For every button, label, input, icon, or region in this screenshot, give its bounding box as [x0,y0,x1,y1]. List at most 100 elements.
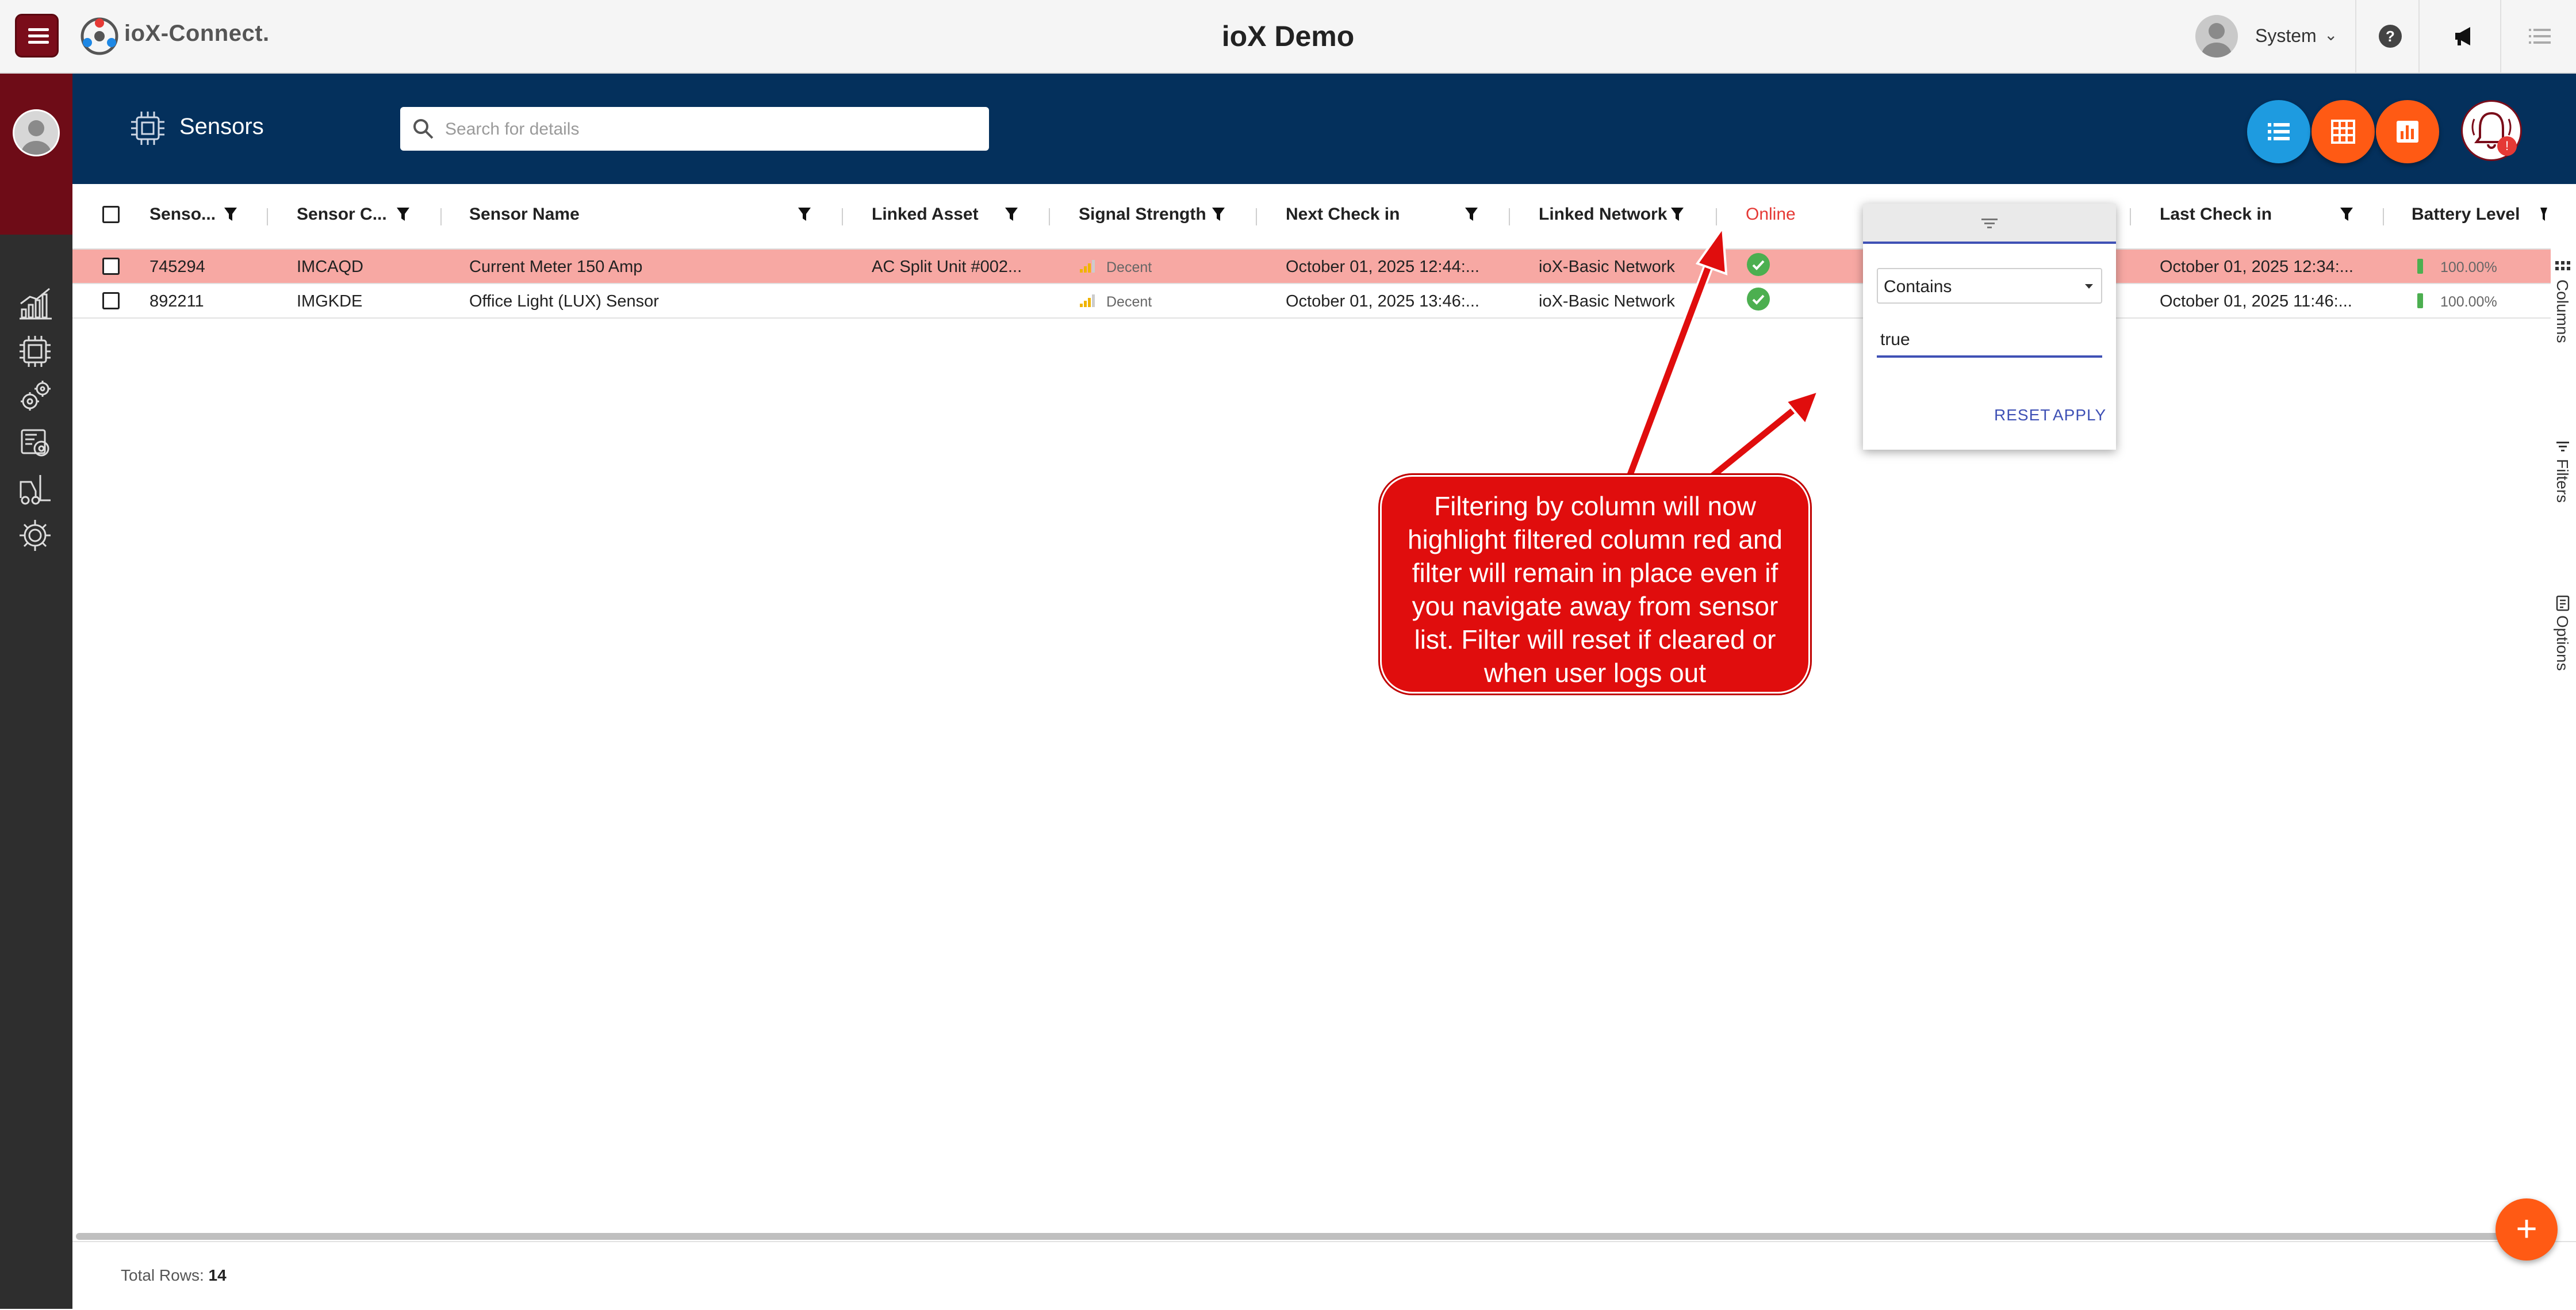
analytics-chart-icon[interactable] [16,284,54,322]
column-separator[interactable] [2130,208,2131,225]
filter-operator-select[interactable]: Contains [1877,268,2102,304]
column-separator[interactable] [1509,208,1510,225]
column-filter-popup: Contains RESET APPLY [1863,204,2116,450]
column-separator[interactable] [842,208,843,225]
search-input[interactable] [444,107,975,152]
total-rows-value: 14 [208,1266,227,1284]
annotation-line: when user logs out [1483,658,1707,688]
list-view-button[interactable] [2247,100,2310,163]
iox-logo-icon[interactable] [79,16,120,56]
user-name[interactable]: System [2255,25,2317,47]
filter-icon[interactable] [1211,206,1226,223]
columns-tab-label: Columns [2554,279,2571,343]
column-separator[interactable] [2383,208,2384,225]
svg-text:?: ? [2386,28,2395,45]
chevron-down-icon[interactable]: ⌄ [2324,25,2337,44]
cell-sensor-name: Current Meter 150 Amp [469,258,643,276]
filters-tool-tab[interactable]: Filters [2552,436,2576,516]
cell-last-check-in: October 01, 2025 12:34:... [2160,258,2353,276]
cell-next-check-in: October 01, 2025 12:44:... [1286,258,1479,276]
filter-icon[interactable] [1670,206,1685,223]
app-title: ioX Demo [1221,20,1355,52]
col-linked-network[interactable]: Linked Network [1539,205,1667,224]
horizontal-scrollbar[interactable] [76,1233,2543,1240]
divider [2355,0,2356,72]
col-signal-strength[interactable]: Signal Strength [1079,205,1206,224]
filter-operator-value: Contains [1884,277,1952,296]
col-battery-level[interactable]: Battery Level [2412,205,2520,224]
filter-icon[interactable] [1464,206,1479,223]
megaphone-icon[interactable] [2451,22,2479,51]
alarm-button[interactable]: ! [2461,100,2522,161]
column-separator[interactable] [1049,208,1050,225]
column-separator[interactable] [267,208,268,225]
column-separator[interactable] [440,208,442,225]
device-settings-icon[interactable] [16,423,54,461]
filter-lines-icon [2556,442,2569,451]
forklift-icon[interactable] [16,470,54,508]
table-row[interactable]: 892211 IMGKDE Office Light (LUX) Sensor … [72,284,2551,319]
cell-next-check-in: October 01, 2025 13:46:... [1286,292,1479,311]
add-sensor-button[interactable]: + [2496,1198,2558,1261]
row-checkbox[interactable] [102,258,120,275]
row-checkbox[interactable] [102,292,120,309]
hamburger-icon [28,28,49,31]
options-tool-tab[interactable]: Options [2552,592,2576,684]
dropdown-arrow-icon [2085,284,2093,289]
reset-button[interactable]: RESET [1994,406,2050,424]
cell-linked-asset[interactable]: AC Split Unit #002... [872,258,1022,277]
cell-linked-network[interactable]: ioX-Basic Network [1539,292,1675,311]
cell-sensor-code: IMGKDE [297,292,363,311]
cell-sensor-id: 745294 [150,258,205,276]
gears-icon[interactable] [16,377,54,415]
user-avatar[interactable] [2195,15,2238,58]
online-check-icon [1747,253,1770,276]
battery-icon [2417,293,2423,308]
filter-icon[interactable] [396,206,411,223]
select-all-checkbox[interactable] [102,206,120,223]
col-linked-asset[interactable]: Linked Asset [872,205,979,224]
col-online-filtered[interactable]: Online [1746,205,1796,224]
grid-header: Senso... Sensor C... Sensor Name Linked … [72,184,2551,250]
sensor-grid: Senso... Sensor C... Sensor Name Linked … [72,184,2551,1241]
col-last-check-in[interactable]: Last Check in [2160,205,2272,224]
col-sensor-name[interactable]: Sensor Name [469,205,580,224]
cell-linked-network[interactable]: ioX-Basic Network [1539,258,1675,277]
filter-value-input[interactable] [1877,324,2102,358]
filter-lines-icon [1981,219,1998,228]
table-row[interactable]: 745294 IMCAQD Current Meter 150 Amp AC S… [72,250,2551,284]
grid-view-button[interactable] [2312,100,2375,163]
filter-icon[interactable] [223,206,238,223]
annotation-line: filter will remain in place even if [1412,558,1778,588]
sensor-chip-icon[interactable] [16,332,54,370]
col-sensor-code[interactable]: Sensor C... [297,205,387,224]
grid-icon [2331,120,2355,144]
column-separator[interactable] [1716,208,1717,225]
cell-battery-level: 100.00% [2440,259,2497,275]
help-icon[interactable]: ? [2376,22,2405,51]
search-icon [413,119,434,139]
menu-button[interactable] [15,14,59,58]
column-separator[interactable] [1256,208,1257,225]
col-next-check-in[interactable]: Next Check in [1286,205,1400,224]
filter-icon[interactable] [797,206,812,223]
signal-strength-icon [1080,260,1095,273]
options-tab-label: Options [2554,615,2571,671]
col-sensor-id[interactable]: Senso... [150,205,216,224]
filter-icon[interactable] [2539,206,2547,223]
filter-icon[interactable] [2339,206,2354,223]
plus-icon: + [2516,1208,2537,1249]
filter-tab[interactable] [1863,204,2116,244]
cell-signal-label: Decent [1106,259,1152,275]
list-icon[interactable] [2525,22,2554,51]
gear-icon[interactable] [16,516,54,554]
avatar[interactable] [13,109,60,156]
cell-last-check-in: October 01, 2025 11:46:... [2160,292,2352,311]
columns-tool-tab[interactable]: Columns [2552,256,2576,354]
total-rows-label: Total Rows: [121,1266,204,1284]
total-rows: Total Rows: 14 [121,1266,227,1285]
apply-button[interactable]: APPLY [2053,406,2106,424]
chip-icon [131,112,164,145]
chart-view-button[interactable] [2376,100,2439,163]
filter-icon[interactable] [1004,206,1019,223]
